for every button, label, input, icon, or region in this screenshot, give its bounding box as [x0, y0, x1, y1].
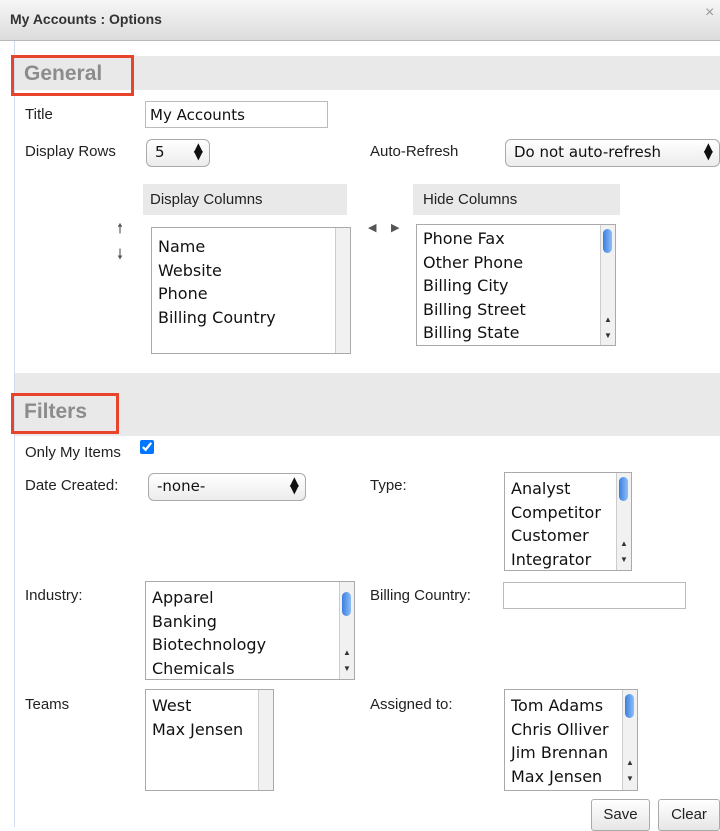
close-icon[interactable]: × [705, 4, 714, 22]
list-item[interactable]: Max Jensen [511, 765, 609, 789]
display-columns-items: Name Website Phone Billing Country [158, 235, 276, 329]
assigned-to-items: Tom Adams Chris Olliver Jim Brennan Max … [511, 694, 609, 788]
scroll-down-icon[interactable]: ▼ [626, 774, 634, 783]
save-button[interactable]: Save [591, 799, 650, 831]
type-items: Analyst Competitor Customer Integrator [511, 477, 601, 571]
clear-button[interactable]: Clear [658, 799, 720, 831]
only-my-items-label: Only My Items [25, 444, 121, 461]
dialog-title: My Accounts : Options [10, 11, 162, 27]
hide-columns-items: Phone Fax Other Phone Billing City Billi… [423, 227, 526, 345]
select-arrows-icon: ▲ ▼ [703, 140, 713, 162]
move-down-arrow-icon[interactable]: 🠗 [117, 244, 123, 268]
scrollbar[interactable]: ▲ ▼ [600, 225, 615, 345]
list-item[interactable]: Chris Olliver [511, 718, 609, 742]
type-label: Type: [370, 477, 407, 494]
list-item[interactable]: Phone Fax [423, 227, 526, 251]
scrollbar[interactable] [335, 228, 350, 353]
display-rows-label: Display Rows [25, 143, 116, 160]
teams-listbox[interactable]: West Max Jensen [145, 689, 274, 791]
date-created-label: Date Created: [25, 477, 119, 494]
list-item[interactable]: Phone [158, 282, 276, 306]
list-item[interactable]: West [152, 694, 243, 718]
select-arrows-icon: ▲ ▼ [289, 474, 299, 496]
move-left-arrow-icon[interactable]: ◀ [368, 221, 376, 234]
select-arrows-icon: ▲ ▼ [193, 140, 203, 162]
auto-refresh-value: Do not auto-refresh [514, 143, 662, 161]
scroll-up-icon[interactable]: ▲ [604, 315, 612, 324]
display-rows-value: 5 [155, 143, 165, 161]
list-item[interactable]: Billing City [423, 274, 526, 298]
list-item[interactable]: Max Jensen [152, 718, 243, 742]
date-created-value: -none- [157, 477, 206, 495]
list-item[interactable]: Competitor [511, 501, 601, 525]
list-item[interactable]: Name [158, 235, 276, 259]
industry-listbox[interactable]: Apparel Banking Biotechnology Chemicals … [145, 581, 355, 680]
list-item[interactable]: Website [158, 259, 276, 283]
hide-columns-header: Hide Columns [423, 191, 518, 208]
assigned-to-listbox[interactable]: Tom Adams Chris Olliver Jim Brennan Max … [504, 689, 638, 791]
title-input[interactable] [145, 101, 328, 128]
filters-section-title: Filters [24, 400, 88, 423]
scroll-thumb[interactable] [625, 694, 634, 718]
scroll-thumb[interactable] [342, 592, 351, 616]
list-item[interactable]: Jim Brennan [511, 741, 609, 765]
list-item[interactable]: Chemicals [152, 657, 266, 680]
scrollbar[interactable]: ▲ ▼ [339, 582, 354, 679]
list-item[interactable]: Other Phone [423, 251, 526, 275]
list-item[interactable]: Tom Adams [511, 694, 609, 718]
list-item[interactable]: Billing Street [423, 298, 526, 322]
general-section-title: General [24, 62, 103, 85]
scroll-down-icon[interactable]: ▼ [604, 331, 612, 340]
auto-refresh-select[interactable]: Do not auto-refresh ▲ ▼ [505, 139, 720, 167]
scroll-thumb[interactable] [619, 477, 628, 501]
scrollbar[interactable]: ▲ ▼ [622, 690, 637, 790]
scroll-down-icon[interactable]: ▼ [343, 664, 351, 673]
scroll-down-icon[interactable]: ▼ [620, 555, 628, 564]
billing-country-label: Billing Country: [370, 587, 471, 604]
scroll-up-icon[interactable]: ▲ [343, 648, 351, 657]
assigned-to-label: Assigned to: [370, 696, 453, 713]
display-columns-header: Display Columns [150, 191, 263, 208]
list-item[interactable]: Billing State [423, 321, 526, 345]
scroll-thumb[interactable] [603, 229, 612, 253]
scrollbar[interactable] [258, 690, 273, 790]
teams-label: Teams [25, 696, 70, 713]
scrollbar[interactable]: ▲ ▼ [616, 473, 631, 570]
industry-label: Industry: [25, 587, 83, 604]
industry-items: Apparel Banking Biotechnology Chemicals [152, 586, 266, 680]
only-my-items-checkbox[interactable] [140, 440, 154, 454]
date-created-select[interactable]: -none- ▲ ▼ [148, 473, 306, 501]
list-item[interactable]: Customer [511, 524, 601, 548]
scroll-up-icon[interactable]: ▲ [620, 539, 628, 548]
display-rows-select[interactable]: 5 ▲ ▼ [146, 139, 210, 167]
auto-refresh-label: Auto-Refresh [370, 143, 459, 160]
filters-header-band [15, 373, 720, 436]
list-item[interactable]: Banking [152, 610, 266, 634]
hide-columns-listbox[interactable]: Phone Fax Other Phone Billing City Billi… [416, 224, 616, 346]
scroll-up-icon[interactable]: ▲ [626, 758, 634, 767]
display-columns-listbox[interactable]: Name Website Phone Billing Country [151, 227, 351, 354]
billing-country-input[interactable] [503, 582, 686, 609]
title-label: Title [25, 106, 53, 123]
dialog-titlebar: My Accounts : Options × [0, 0, 720, 41]
list-item[interactable]: Biotechnology [152, 633, 266, 657]
list-item[interactable]: Analyst [511, 477, 601, 501]
list-item[interactable]: Billing Country [158, 306, 276, 330]
move-up-arrow-icon[interactable]: 🠕 [117, 218, 123, 242]
move-right-arrow-icon[interactable]: ▶ [391, 221, 399, 234]
type-listbox[interactable]: Analyst Competitor Customer Integrator ▲… [504, 472, 632, 571]
list-item[interactable]: Apparel [152, 586, 266, 610]
teams-items: West Max Jensen [152, 694, 243, 741]
list-item[interactable]: Integrator [511, 548, 601, 571]
